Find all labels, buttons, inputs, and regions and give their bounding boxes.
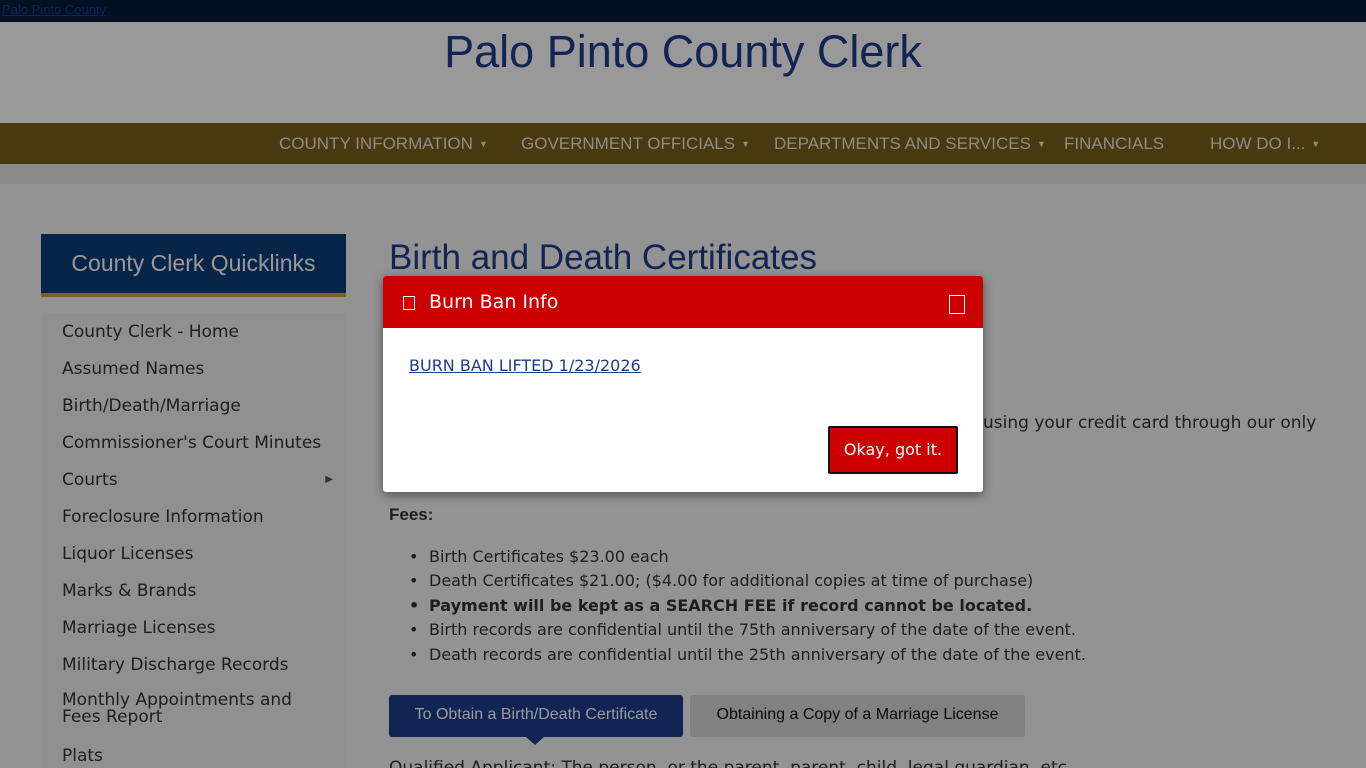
okay-button[interactable]: Okay, got it. bbox=[828, 426, 958, 474]
close-icon[interactable] bbox=[949, 295, 965, 314]
modal-title: Burn Ban Info bbox=[429, 291, 559, 313]
burn-ban-link[interactable]: BURN BAN LIFTED 1/23/2026 bbox=[409, 356, 641, 375]
modal-header: Burn Ban Info bbox=[383, 276, 983, 328]
burn-ban-modal: Burn Ban Info BURN BAN LIFTED 1/23/2026 … bbox=[383, 276, 983, 492]
alert-icon bbox=[403, 296, 415, 310]
